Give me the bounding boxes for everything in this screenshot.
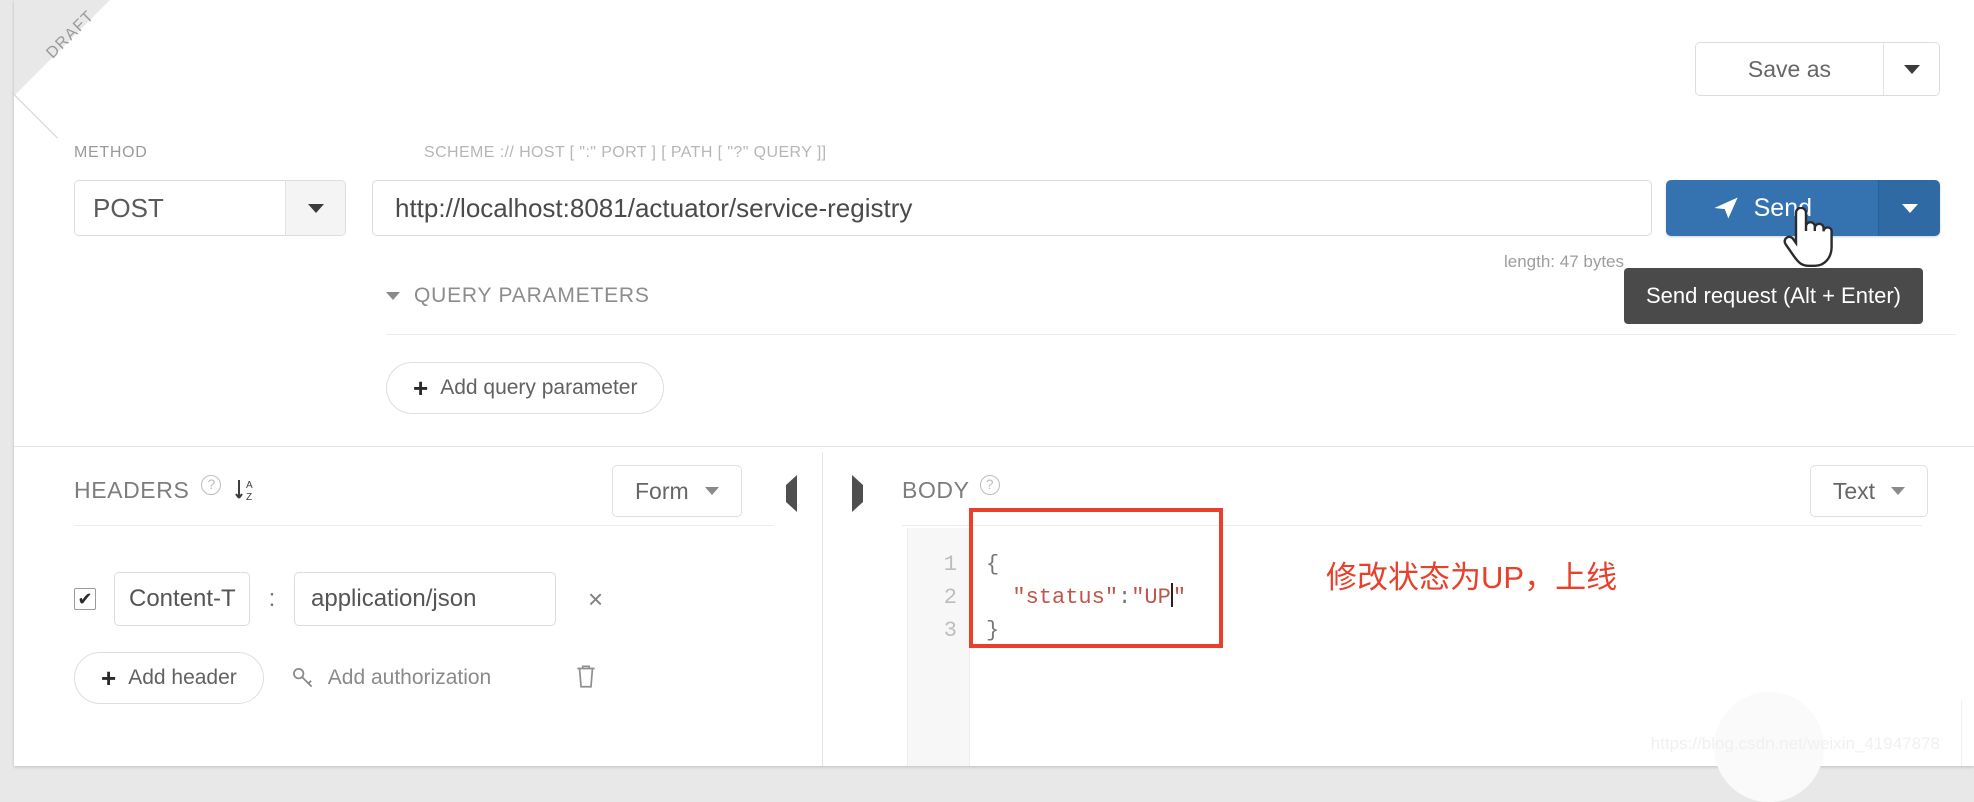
line-number: 3	[943, 618, 957, 643]
save-as-button[interactable]: Save as	[1695, 43, 1883, 95]
key-icon	[292, 668, 313, 688]
url-format-label: SCHEME :// HOST [ ":" PORT ] [ PATH [ "?…	[424, 144, 827, 161]
caret-down-icon	[386, 292, 400, 300]
paper-plane-icon	[1713, 197, 1738, 219]
body-title-label: BODY	[902, 476, 970, 503]
method-value[interactable]: POST	[75, 181, 285, 235]
send-group: Send	[1665, 180, 1940, 236]
add-query-parameter-label: Add query parameter	[440, 376, 638, 399]
chevron-down-icon	[1891, 487, 1905, 495]
query-parameters-divider	[386, 334, 1956, 335]
header-enabled-checkbox[interactable]: ✔	[74, 588, 96, 610]
code-close-brace: }	[986, 618, 1000, 643]
headers-title-label: HEADERS	[74, 476, 190, 503]
add-query-parameter-button[interactable]: + Add query parameter	[386, 362, 665, 414]
table-row: ✔ Content-T : application/json ×	[74, 572, 603, 626]
body-divider	[902, 525, 1922, 526]
code-open-brace: {	[986, 552, 1000, 577]
add-header-label: Add header	[128, 666, 237, 689]
caret-left-icon	[786, 475, 797, 512]
svg-text:Z: Z	[246, 492, 252, 503]
close-icon[interactable]: ×	[588, 584, 603, 615]
header-separator: :	[268, 585, 276, 612]
chevron-down-icon	[1901, 203, 1918, 213]
send-button-label: Send	[1753, 193, 1812, 222]
add-authorization-button[interactable]: Add authorization	[290, 665, 491, 691]
annotation-text: 修改状态为UP，上线	[1326, 560, 1618, 595]
header-value-input[interactable]: application/json	[294, 572, 556, 626]
url-length-text: length: 47 bytes	[1503, 252, 1624, 271]
svg-text:A: A	[246, 480, 253, 491]
collapse-right-button[interactable]	[852, 475, 863, 512]
collapse-left-button[interactable]	[786, 475, 797, 512]
send-button[interactable]: Send	[1665, 180, 1878, 236]
save-as-group: Save as	[1694, 42, 1940, 96]
sort-alpha-asc-icon[interactable]: A Z	[233, 476, 257, 504]
trash-icon[interactable]	[573, 662, 599, 695]
query-parameters-title: QUERY PARAMETERS	[414, 284, 650, 307]
body-title: BODY ?	[902, 475, 1000, 505]
headers-divider	[74, 525, 774, 526]
body-format-select[interactable]: Text	[1809, 465, 1928, 517]
url-input[interactable]: http://localhost:8081/actuator/service-r…	[372, 180, 1652, 236]
headers-view-mode-label: Form	[635, 477, 689, 504]
plus-icon: +	[101, 663, 117, 693]
query-parameters-toggle[interactable]: QUERY PARAMETERS	[386, 284, 650, 308]
app-root: DRAFT Save as METHOD SCHEME :// HOST [ "…	[0, 0, 1974, 802]
watermark-edge-line	[1961, 700, 1962, 766]
headers-title: HEADERS ? A Z	[74, 475, 257, 505]
send-dropdown-button[interactable]	[1878, 180, 1940, 236]
header-key-input[interactable]: Content-T	[114, 572, 250, 626]
chevron-down-icon	[307, 203, 324, 213]
plus-icon: +	[413, 373, 429, 403]
code-colon: :	[1118, 585, 1132, 610]
code-value-quote: "	[1172, 585, 1187, 610]
question-mark-icon[interactable]: ?	[979, 475, 1000, 495]
add-authorization-label: Add authorization	[327, 666, 492, 689]
watermark-text: https://blog.csdn.net/weixin_41947878	[1650, 734, 1940, 753]
send-tooltip: Send request (Alt + Enter)	[1624, 268, 1923, 324]
line-number: 1	[943, 552, 957, 577]
headers-view-mode-select[interactable]: Form	[612, 465, 742, 517]
check-icon: ✔	[77, 589, 93, 609]
save-as-dropdown-button[interactable]	[1883, 43, 1939, 95]
method-select[interactable]: POST	[74, 180, 346, 236]
headers-actions: + Add header Add authorization	[74, 652, 599, 704]
line-number-gutter: 1 2 3	[908, 528, 970, 766]
chevron-down-icon	[1903, 64, 1920, 74]
line-number: 2	[943, 585, 957, 610]
method-label: METHOD	[74, 144, 148, 161]
caret-right-icon	[852, 475, 863, 512]
question-mark-icon[interactable]: ?	[201, 475, 222, 495]
code-value: "UP	[1131, 585, 1171, 610]
panel-divider	[822, 452, 823, 766]
body-format-label: Text	[1832, 477, 1875, 504]
chevron-down-icon	[704, 487, 719, 495]
method-dropdown-button[interactable]	[285, 181, 345, 235]
section-divider	[14, 446, 1974, 447]
request-card: DRAFT Save as METHOD SCHEME :// HOST [ "…	[14, 0, 1974, 802]
add-header-button[interactable]: + Add header	[74, 652, 264, 704]
code-key: "status"	[1012, 585, 1119, 610]
